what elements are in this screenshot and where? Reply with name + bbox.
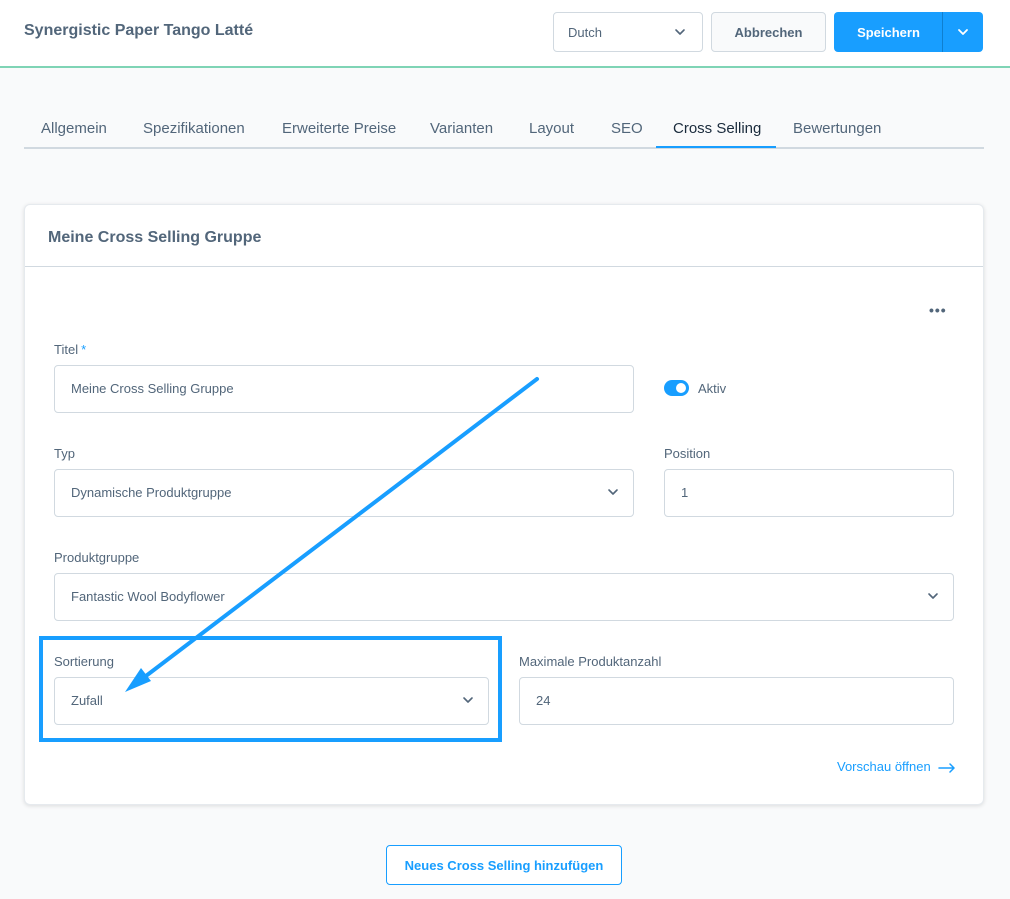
product-group-select-value: Fantastic Wool Bodyflower	[71, 589, 225, 604]
active-tab-indicator	[656, 146, 776, 148]
tab-bewertungen[interactable]: Bewertungen	[793, 120, 881, 137]
save-options-button[interactable]	[943, 12, 983, 52]
preview-link-text: Vorschau öffnen	[837, 759, 931, 774]
page-title: Synergistic Paper Tango Latté	[24, 22, 254, 39]
cross-selling-card: Meine Cross Selling Gruppe ••• Titel * Me…	[24, 204, 984, 805]
position-field-label: Position	[664, 446, 711, 461]
chevron-down-icon	[958, 29, 968, 35]
max-products-input[interactable]: 24	[519, 677, 954, 725]
chevron-down-icon	[608, 489, 618, 495]
tab-erweiterte-preise[interactable]: Erweiterte Preise	[282, 120, 396, 137]
type-select[interactable]: Dynamische Produktgruppe	[54, 469, 634, 517]
title-field-label-text: Titel	[54, 342, 79, 357]
title-input[interactable]: Meine Cross Selling Gruppe	[54, 365, 634, 413]
language-select-value: Dutch	[568, 25, 602, 40]
required-asterisk: *	[81, 342, 87, 357]
title-field-label: Titel *	[54, 342, 86, 357]
language-select[interactable]: Dutch	[553, 12, 703, 52]
preview-link[interactable]: Vorschau öffnen	[837, 759, 956, 774]
active-toggle[interactable]	[664, 380, 689, 396]
tab-allgemein[interactable]: Allgemein	[41, 120, 107, 137]
save-button-group: Speichern	[834, 12, 983, 52]
position-input-value: 1	[681, 485, 689, 500]
save-button[interactable]: Speichern	[834, 12, 943, 52]
tab-bar: Allgemein Spezifikationen Erweiterte Pre…	[24, 110, 984, 149]
more-options-icon[interactable]: •••	[929, 302, 947, 318]
arrow-right-icon	[938, 762, 956, 773]
product-group-select[interactable]: Fantastic Wool Bodyflower	[54, 573, 954, 621]
type-select-value: Dynamische Produktgruppe	[71, 485, 232, 500]
max-products-input-value: 24	[536, 693, 551, 708]
max-products-field-label: Maximale Produktanzahl	[519, 654, 662, 669]
tab-spezifikationen[interactable]: Spezifikationen	[143, 120, 245, 137]
chevron-down-icon	[675, 29, 685, 35]
card-divider	[25, 266, 983, 267]
tab-cross-selling[interactable]: Cross Selling	[673, 120, 761, 137]
card-title: Meine Cross Selling Gruppe	[48, 229, 262, 246]
title-input-value: Meine Cross Selling Gruppe	[71, 381, 234, 396]
tab-varianten[interactable]: Varianten	[430, 120, 493, 137]
type-field-label: Typ	[54, 446, 75, 461]
tab-seo[interactable]: SEO	[611, 120, 643, 137]
top-bar: Synergistic Paper Tango Latté Dutch Abbr…	[0, 0, 1010, 68]
position-input[interactable]: 1	[664, 469, 954, 517]
active-toggle-label: Aktiv	[698, 381, 727, 396]
toggle-knob	[676, 383, 686, 393]
cancel-button[interactable]: Abbrechen	[711, 12, 826, 52]
product-group-field-label: Produktgruppe	[54, 550, 140, 565]
add-cross-selling-button[interactable]: Neues Cross Selling hinzufügen	[386, 845, 622, 885]
annotation-highlight-box	[39, 636, 502, 742]
chevron-down-icon	[928, 593, 938, 599]
tab-layout[interactable]: Layout	[529, 120, 574, 137]
